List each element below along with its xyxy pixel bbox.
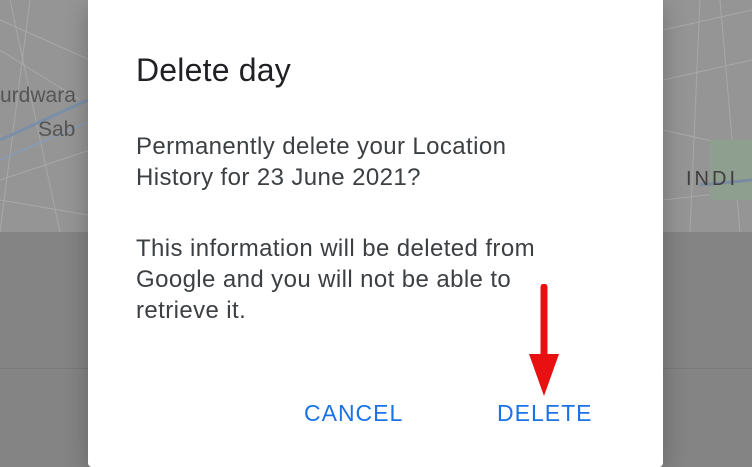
cancel-button[interactable]: CANCEL bbox=[298, 396, 409, 431]
delete-day-dialog: Delete day Permanently delete your Locat… bbox=[88, 0, 663, 467]
dialog-message: Permanently delete your Location History… bbox=[136, 131, 636, 193]
dialog-info-line: This information will be deleted from bbox=[136, 235, 535, 262]
dialog-title: Delete day bbox=[136, 52, 291, 88]
red-down-arrow-icon bbox=[529, 284, 559, 396]
dialog-message-line: Permanently delete your Location bbox=[136, 133, 507, 160]
dialog-message-line: History for 23 June 2021? bbox=[136, 164, 421, 191]
dialog-info-line: Google and you will not be able to bbox=[136, 266, 512, 293]
map-place-label: Sab bbox=[38, 118, 76, 141]
dialog-info: This information will be deleted from Go… bbox=[136, 233, 636, 326]
map-place-label: INDI bbox=[686, 168, 738, 190]
dialog-info-line: retrieve it. bbox=[136, 297, 247, 324]
map-place-label: urdwara bbox=[0, 84, 76, 107]
delete-button[interactable]: DELETE bbox=[491, 396, 598, 431]
